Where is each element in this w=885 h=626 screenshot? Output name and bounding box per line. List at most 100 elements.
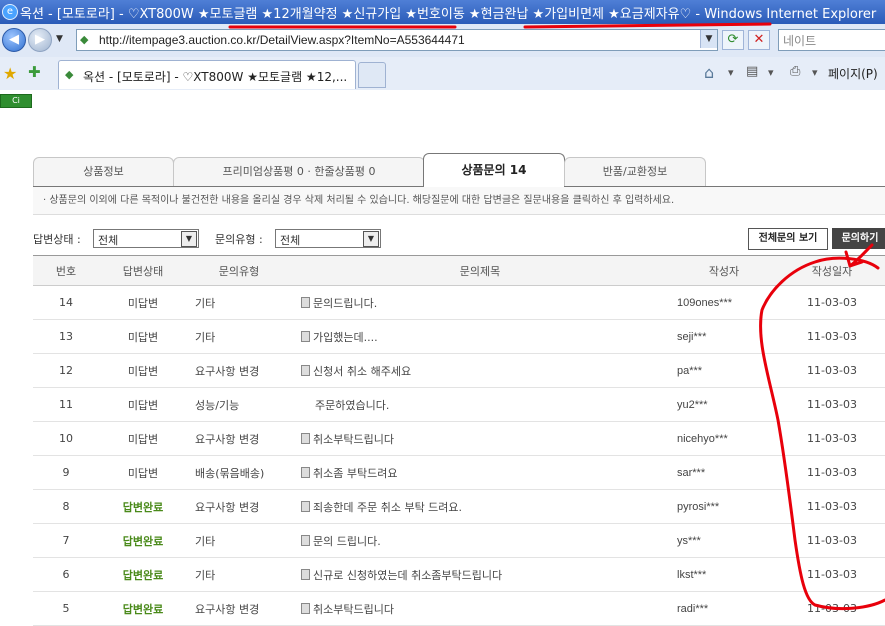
type-filter-label: 문의유형 :: [215, 233, 263, 246]
tab-return-exchange[interactable]: 반품/교환정보: [564, 157, 706, 186]
search-input[interactable]: 네이트: [778, 29, 885, 51]
row-question-type: 요구사항 변경: [187, 591, 291, 626]
row-answer-status: 미답변: [99, 455, 187, 490]
table-row[interactable]: 5 답변완료 요구사항 변경 취소부탁드립니다 radi*** 11-03-03: [33, 591, 885, 626]
favorites-star-icon[interactable]: ★: [3, 64, 17, 83]
row-answer-status: 미답변: [99, 387, 187, 422]
row-author: pyrosi***: [669, 489, 779, 524]
address-toolbar: ◀ ▶ ▼ ◆ http://itempage3.auction.co.kr/D…: [0, 24, 885, 58]
tab-product-qna[interactable]: 상품문의 14: [423, 153, 565, 187]
question-title-link[interactable]: 신규로 신청하였는데 취소좀부탁드립니다: [313, 569, 502, 582]
table-row[interactable]: 6 답변완료 기타 신규로 신청하였는데 취소좀부탁드립니다 lkst*** 11-03-…: [33, 557, 885, 592]
site-favicon-icon: ◆: [80, 33, 89, 46]
browser-tab-active[interactable]: ◆ 옥션 - [모토로라] - ♡XT800W ★모토글램 ★12,...: [58, 60, 356, 89]
row-question-title[interactable]: 신청서 취소 해주세요: [291, 353, 669, 388]
table-row[interactable]: 12 미답변 요구사항 변경 신청서 취소 해주세요 pa*** 11-03-03: [33, 353, 885, 388]
home-dropdown-icon[interactable]: ▾: [728, 66, 734, 79]
row-question-title[interactable]: 문의 드립니다.: [291, 523, 669, 558]
question-title-link[interactable]: 가입했는데....: [313, 331, 378, 344]
stop-button[interactable]: ✕: [748, 30, 770, 50]
question-title-link[interactable]: 주문하였습니다.: [315, 399, 389, 412]
feeds-dropdown-icon[interactable]: ▾: [768, 66, 774, 79]
row-question-title[interactable]: 취소부탁드립니다: [291, 591, 669, 626]
header-question-type: 문의유형: [187, 255, 291, 286]
browser-tab-bar: ★ ✚ ◆ 옥션 - [모토로라] - ♡XT800W ★모토글램 ★12,..…: [0, 57, 885, 91]
tab-reviews[interactable]: 프리미엄상품평 0 · 한줄상품평 0: [173, 157, 425, 186]
page-menu[interactable]: 페이지(P): [828, 65, 878, 82]
question-title-link[interactable]: 문의드립니다.: [313, 297, 377, 310]
row-author: radi***: [669, 591, 779, 626]
document-icon: [301, 500, 310, 512]
question-title-link[interactable]: 취소좀 부탁드려요: [313, 467, 397, 480]
address-url-text: http://itempage3.auction.co.kr/DetailVie…: [99, 33, 465, 47]
row-date: 11-03-03: [779, 319, 885, 354]
status-filter-select[interactable]: 전체 ▼: [93, 229, 199, 248]
document-icon: [301, 296, 310, 308]
status-filter-label: 답변상태 :: [33, 233, 81, 246]
row-number: 12: [33, 353, 99, 388]
row-answer-status: 답변완료: [99, 489, 187, 524]
document-icon: [301, 534, 310, 546]
table-row[interactable]: 14 미답변 기타 문의드립니다. 109ones*** 11-03-03: [33, 285, 885, 320]
address-dropdown-icon[interactable]: ▼: [700, 30, 717, 48]
question-title-link[interactable]: 문의 드립니다.: [313, 535, 381, 548]
row-question-type: 기타: [187, 285, 291, 320]
header-question-title: 문의제목: [291, 255, 669, 286]
search-placeholder: 네이트: [783, 34, 817, 48]
row-answer-status: 답변완료: [99, 557, 187, 592]
row-question-title[interactable]: 취소좀 부탁드려요: [291, 455, 669, 490]
forward-button[interactable]: ▶: [28, 28, 52, 52]
row-number: 11: [33, 387, 99, 422]
print-icon[interactable]: ⎙: [790, 64, 800, 79]
row-number: 10: [33, 421, 99, 456]
row-question-type: 요구사항 변경: [187, 353, 291, 388]
home-icon[interactable]: ⌂: [704, 63, 714, 82]
row-answer-status: 답변완료: [99, 523, 187, 558]
row-author: sar***: [669, 455, 779, 490]
print-dropdown-icon[interactable]: ▾: [812, 66, 818, 79]
row-question-type: 기타: [187, 319, 291, 354]
side-badge[interactable]: Ci: [0, 94, 32, 108]
question-title-link[interactable]: 취소부탁드립니다: [313, 433, 394, 446]
type-filter-select[interactable]: 전체 ▼: [275, 229, 381, 248]
table-row[interactable]: 9 미답변 배송(묶음배송) 취소좀 부탁드려요 sar*** 11-03-03: [33, 455, 885, 490]
new-tab-button[interactable]: [358, 62, 386, 88]
ask-question-button[interactable]: 문의하기: [832, 228, 885, 249]
qna-table: 번호 답변상태 문의유형 문의제목 작성자 작성일자 14 미답변 기타 문의드립니다…: [33, 255, 885, 626]
table-row[interactable]: 10 미답변 요구사항 변경 취소부탁드립니다 nicehyo*** 11-03-03: [33, 421, 885, 456]
tab-favicon-icon: ◆: [65, 68, 74, 81]
row-question-title[interactable]: 신규로 신청하였는데 취소좀부탁드립니다: [291, 557, 669, 592]
row-question-title[interactable]: 취소부탁드립니다: [291, 421, 669, 456]
row-date: 11-03-03: [779, 387, 885, 422]
tab-product-info[interactable]: 상품정보: [33, 157, 174, 186]
header-number: 번호: [33, 255, 99, 286]
table-row[interactable]: 11 미답변 성능/기능 주문하였습니다. yu2*** 11-03-03: [33, 387, 885, 422]
row-question-title[interactable]: 문의드립니다.: [291, 285, 669, 320]
row-author: pa***: [669, 353, 779, 388]
add-favorites-icon[interactable]: ✚: [28, 63, 41, 81]
table-row[interactable]: 13 미답변 기타 가입했는데.... seji*** 11-03-03: [33, 319, 885, 354]
feeds-icon[interactable]: ▤: [746, 64, 758, 79]
question-title-link[interactable]: 죄송한데 주문 취소 부탁 드려요.: [313, 501, 462, 514]
view-all-questions-button[interactable]: 전체문의 보기: [748, 228, 828, 250]
row-question-title[interactable]: 죄송한데 주문 취소 부탁 드려요.: [291, 489, 669, 524]
row-number: 13: [33, 319, 99, 354]
header-author: 작성자: [669, 255, 779, 286]
table-row[interactable]: 7 답변완료 기타 문의 드립니다. ys*** 11-03-03: [33, 523, 885, 558]
question-title-link[interactable]: 신청서 취소 해주세요: [313, 365, 411, 378]
table-row[interactable]: 8 답변완료 요구사항 변경 죄송한데 주문 취소 부탁 드려요. pyrosi*** 1…: [33, 489, 885, 524]
history-dropdown-icon[interactable]: ▼: [56, 34, 63, 44]
question-title-link[interactable]: 취소부탁드립니다: [313, 603, 394, 616]
refresh-button[interactable]: ⟳: [722, 30, 744, 50]
table-header-row: 번호 답변상태 문의유형 문의제목 작성자 작성일자: [33, 255, 885, 286]
document-icon: [301, 330, 310, 342]
browser-tab-title: 옥션 - [모토로라] - ♡XT800W ★모토글램 ★12,...: [83, 70, 348, 84]
address-input[interactable]: ◆ http://itempage3.auction.co.kr/DetailV…: [76, 29, 718, 51]
row-answer-status: 미답변: [99, 285, 187, 320]
row-answer-status: 답변완료: [99, 591, 187, 626]
back-button[interactable]: ◀: [2, 28, 26, 52]
row-question-title[interactable]: 주문하였습니다.: [291, 387, 669, 422]
type-filter-value: 전체: [280, 234, 301, 247]
row-question-title[interactable]: 가입했는데....: [291, 319, 669, 354]
row-date: 11-03-03: [779, 285, 885, 320]
